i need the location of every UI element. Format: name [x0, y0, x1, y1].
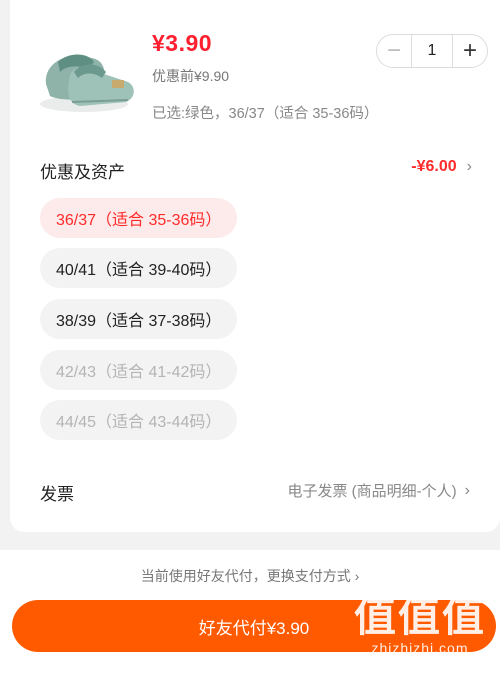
- chevron-right-icon: ›: [464, 481, 470, 499]
- invoice-value: 电子发票 (商品明细-个人): [287, 483, 457, 500]
- order-card: ¥3.90 优惠前¥9.90 已选:绿色，36/37（适合 35-36码） − …: [10, 0, 500, 532]
- chevron-right-icon: ›: [466, 158, 472, 175]
- slipper-icon: [40, 54, 134, 112]
- increase-button[interactable]: +: [453, 35, 487, 67]
- watermark-text: zhizhizhi.com: [371, 640, 469, 656]
- invoice-row[interactable]: 电子发票 (商品明细-个人) ›: [288, 480, 470, 501]
- product-image[interactable]: [32, 22, 140, 122]
- discount-value: -¥6.00: [411, 158, 457, 175]
- change-payment-link[interactable]: 当前使用好友代付，更换支付方式 ›: [0, 566, 500, 586]
- selected-spec: 已选:绿色，36/37（适合 35-36码）: [152, 106, 379, 122]
- product-price: ¥3.90: [152, 30, 213, 56]
- size-option[interactable]: 40/41（适合 39-40码）: [40, 248, 238, 288]
- discount-label: 优惠及资产: [40, 163, 125, 182]
- quantity-stepper: − 1 +: [376, 34, 488, 68]
- watermark-logo: 值值值 zhizhizhi.com: [353, 593, 486, 657]
- size-option[interactable]: 38/39（适合 37-38码）: [40, 299, 238, 339]
- decrease-button[interactable]: −: [377, 35, 411, 67]
- discount-row[interactable]: -¥6.00 ›: [411, 158, 472, 176]
- size-option[interactable]: 36/37（适合 35-36码）: [40, 198, 238, 238]
- size-option-disabled: 42/43（适合 41-42码）: [40, 350, 238, 390]
- watermark-glyphs: 值值值: [353, 593, 486, 640]
- original-price: 优惠前¥9.90: [152, 68, 230, 84]
- invoice-label: 发票: [40, 485, 74, 504]
- size-option-disabled: 44/45（适合 43-44码）: [40, 400, 238, 440]
- quantity-value[interactable]: 1: [411, 35, 453, 67]
